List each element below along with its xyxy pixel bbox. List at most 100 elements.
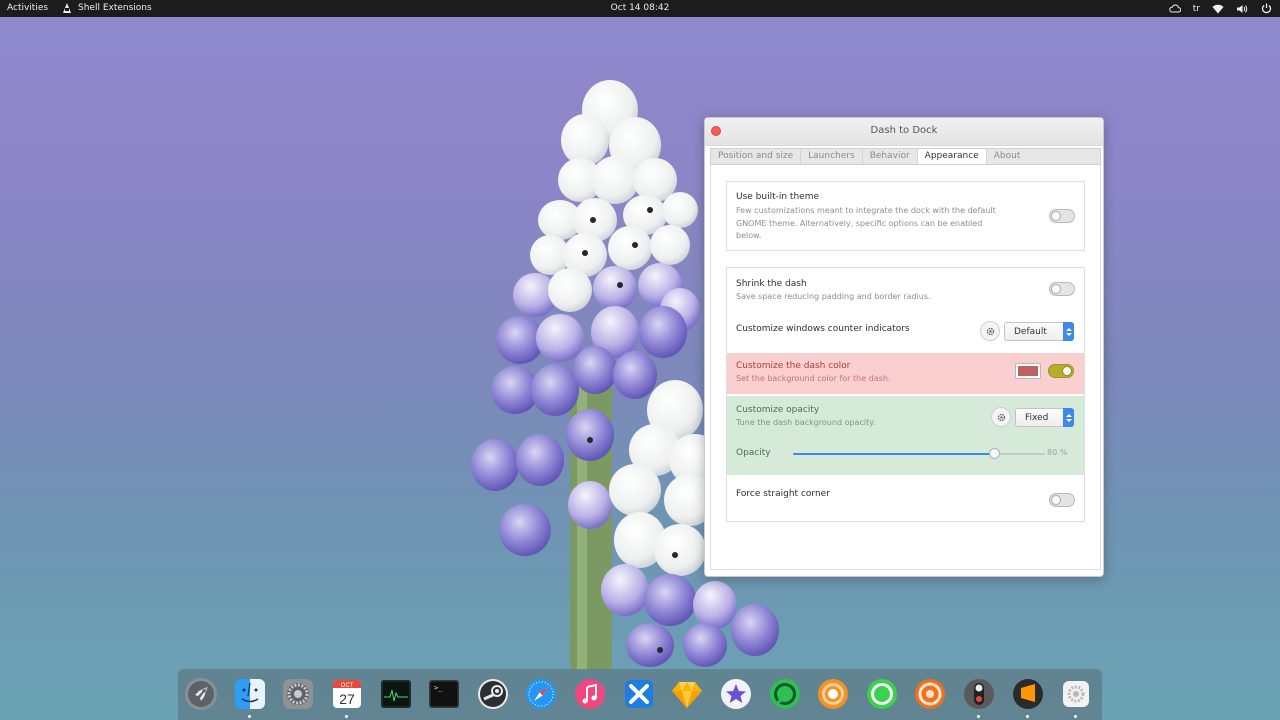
shrink-dash-description: Save space reducing padding and border r…	[736, 292, 931, 301]
wifi-icon[interactable]	[1212, 3, 1224, 15]
gear-icon	[997, 413, 1005, 421]
opacity-value: 80 %	[1047, 448, 1068, 457]
dock-item-overcast[interactable]	[913, 677, 947, 711]
dash-color-row: Customize the dash color Set the backgro…	[727, 353, 1084, 394]
dock-item-ubuntu-software[interactable]	[816, 677, 850, 711]
switch-knob	[1051, 284, 1061, 294]
builtin-theme-switch[interactable]	[1049, 209, 1075, 223]
top-bar: Activities Shell Extensions Oct 14 08:42…	[0, 0, 1280, 17]
tab-appearance[interactable]: Appearance	[917, 149, 987, 164]
opacity-mode-selected: Fixed	[1025, 413, 1049, 423]
straight-corner-title: Force straight corner	[736, 489, 830, 499]
green-circle-icon	[867, 679, 897, 709]
calendar-month: OCT	[341, 683, 354, 689]
sublime-text-icon	[1013, 679, 1043, 709]
keyboard-layout-indicator[interactable]: tr	[1193, 4, 1200, 14]
app-icon	[62, 2, 72, 14]
dock-item-switch-app[interactable]	[962, 677, 996, 718]
switch-knob	[1051, 211, 1061, 221]
counter-indicators-dropdown[interactable]: Default	[1004, 322, 1074, 341]
dock-item-calendar[interactable]: OCT 27	[330, 677, 364, 718]
running-indicator	[1026, 715, 1029, 718]
shrink-dash-switch[interactable]	[1049, 282, 1075, 296]
opacity-slider[interactable]	[793, 448, 1045, 459]
dock-item-settings[interactable]	[1059, 677, 1093, 718]
dock-item-music[interactable]	[573, 677, 607, 711]
svg-text:>_: >_	[434, 684, 443, 692]
system-tray[interactable]: tr	[1169, 1, 1272, 16]
running-indicator	[977, 715, 980, 718]
dash-color-switch[interactable]	[1048, 364, 1074, 378]
ring-icon	[818, 679, 848, 709]
tab-about[interactable]: About	[987, 149, 1028, 164]
opacity-mode-dropdown[interactable]: Fixed	[1015, 408, 1074, 427]
volume-icon[interactable]	[1236, 3, 1248, 15]
calendar-icon: OCT 27	[333, 680, 361, 708]
clock[interactable]: Oct 14 08:42	[611, 3, 670, 13]
activities-button[interactable]: Activities	[7, 3, 48, 13]
toggle-switch-icon	[964, 679, 994, 709]
customization-frame: Shrink the dash Save space reducing padd…	[726, 267, 1085, 522]
dock-item-system-preferences[interactable]	[281, 677, 315, 711]
window-titlebar[interactable]: Dash to Dock	[705, 118, 1103, 146]
dock-item-terminal[interactable]: >_	[427, 677, 461, 711]
finder-icon	[235, 679, 265, 709]
calendar-day: 27	[339, 691, 355, 707]
builtin-theme-description-line: below.	[736, 231, 762, 240]
builtin-theme-description-line: Few customizations meant to integrate th…	[736, 206, 996, 215]
chevron-updown-icon	[1063, 322, 1074, 341]
tab-bar: Position and size Launchers Behavior App…	[710, 148, 1101, 165]
dash-color-picker-button[interactable]	[1015, 363, 1041, 379]
dock-item-reeder[interactable]	[719, 677, 753, 711]
clock-container: Oct 14 08:42	[0, 3, 1280, 13]
builtin-theme-frame: Use built-in theme Few customizations me…	[726, 181, 1085, 251]
opacity-slider-handle[interactable]	[989, 448, 1001, 459]
app-menu-label: Shell Extensions	[78, 3, 152, 13]
running-indicator	[248, 715, 251, 718]
dock-item-launchpad[interactable]	[184, 677, 218, 711]
opacity-description: Tune the dash background opacity.	[736, 418, 876, 427]
opacity-title: Customize opacity	[736, 405, 820, 415]
music-note-icon	[575, 679, 605, 709]
dock-item-messages[interactable]	[768, 677, 802, 711]
sketch-diamond-icon	[672, 682, 702, 708]
counter-indicators-title: Customize windows counter indicators	[736, 324, 910, 334]
dock-item-sublime-text[interactable]	[1011, 677, 1045, 718]
dock-item-steam[interactable]	[476, 677, 510, 711]
window-title: Dash to Dock	[870, 125, 938, 136]
power-icon[interactable]	[1260, 3, 1272, 15]
dash-color-description: Set the background color for the dash.	[736, 374, 891, 383]
dock-item-sketch[interactable]	[670, 677, 704, 711]
opacity-settings-button[interactable]	[991, 407, 1011, 427]
straight-corner-switch[interactable]	[1049, 493, 1075, 507]
settings-gear-icon	[1063, 681, 1089, 707]
dash-to-dock-settings-window: Dash to Dock Position and size Launchers…	[704, 117, 1104, 577]
dock: OCT 27 >_	[178, 669, 1102, 720]
system-preferences-gear-icon	[283, 679, 313, 709]
tab-launchers[interactable]: Launchers	[801, 149, 863, 164]
tab-position-and-size[interactable]: Position and size	[711, 149, 802, 164]
running-indicator	[1074, 715, 1077, 718]
xcode-icon	[625, 680, 653, 708]
safari-compass-icon	[526, 679, 556, 709]
counter-indicators-settings-button[interactable]	[980, 321, 1000, 341]
counter-indicators-selected: Default	[1014, 327, 1047, 337]
gear-icon	[986, 327, 994, 335]
opacity-row: Customize opacity Tune the dash backgrou…	[727, 396, 1084, 475]
star-icon	[721, 679, 751, 709]
dock-item-safari[interactable]	[524, 677, 558, 711]
shrink-dash-row: Shrink the dash Save space reducing padd…	[727, 268, 1084, 312]
opacity-slider-fill	[793, 453, 995, 455]
straight-corner-row: Force straight corner	[727, 475, 1084, 519]
tab-behavior[interactable]: Behavior	[863, 149, 918, 164]
dock-item-circle-green[interactable]	[865, 677, 899, 711]
appearance-page: Use built-in theme Few customizations me…	[710, 165, 1101, 570]
app-menu[interactable]: Shell Extensions	[62, 2, 152, 14]
cloud-icon[interactable]	[1169, 3, 1181, 15]
activity-monitor-icon	[381, 680, 411, 708]
switch-knob	[1062, 366, 1072, 376]
podcast-icon	[915, 679, 945, 709]
dock-item-xcode[interactable]	[622, 677, 656, 711]
dock-item-finder[interactable]	[233, 677, 267, 718]
dock-item-activity-monitor[interactable]	[379, 677, 413, 711]
